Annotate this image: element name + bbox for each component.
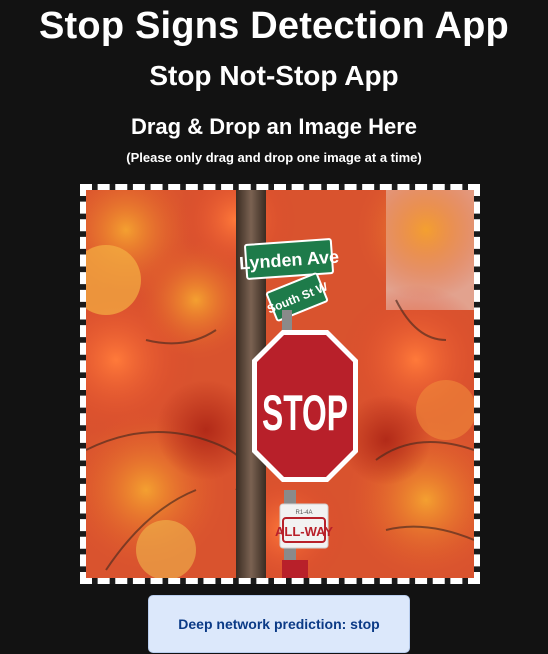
app-subtitle: Stop Not-Stop App — [149, 60, 399, 91]
stop-sign: STOP — [252, 330, 358, 482]
prediction-result: Deep network prediction: stop — [148, 595, 410, 653]
plaque-code-text: R1-4A — [295, 510, 312, 516]
app-page: Stop Signs Detection App Stop Not-Stop A… — [0, 0, 548, 654]
all-way-plaque: R1-4A ALL-WAY — [275, 503, 333, 549]
app-title: Stop Signs Detection App — [39, 5, 509, 47]
drop-instructions: (Please only drag and drop one image at … — [126, 150, 422, 165]
stop-sign-text: STOP — [262, 385, 348, 441]
plaque-text: ALL-WAY — [275, 524, 333, 539]
drop-heading: Drag & Drop an Image Here — [130, 114, 418, 139]
street-sign-lynden: Lynden Ave — [238, 238, 340, 280]
image-dropzone[interactable]: Lynden Ave South St W STOP R1-4A ALL-WAY — [80, 184, 480, 584]
uploaded-image: Lynden Ave South St W STOP R1-4A ALL-WAY — [86, 190, 474, 578]
